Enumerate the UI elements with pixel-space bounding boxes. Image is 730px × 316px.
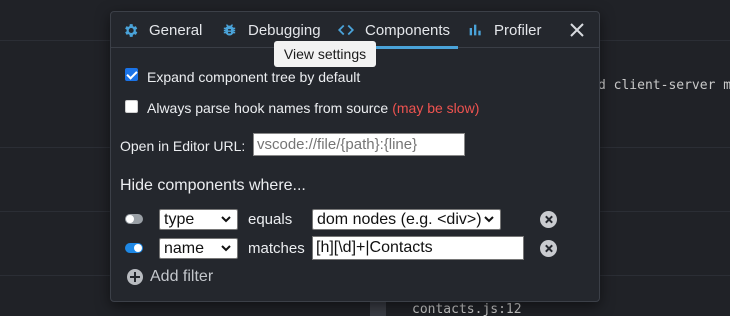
code-text: contacts.js:12	[412, 302, 522, 316]
filter-value: dom nodes (e.g. <div>)	[317, 210, 482, 228]
code-icon	[337, 21, 355, 39]
code-text: d client-server m	[598, 78, 730, 93]
tab-label: Profiler	[494, 21, 542, 39]
tab-label: General	[149, 21, 203, 39]
editor-url-input[interactable]	[253, 133, 465, 156]
remove-filter-icon[interactable]	[540, 211, 557, 228]
filter-field-value: type	[164, 210, 195, 228]
gear-icon	[121, 21, 139, 39]
plus-icon	[127, 269, 143, 285]
filter-operator: equals	[248, 211, 293, 228]
filter-operator: matches	[248, 240, 305, 257]
bar-chart-icon	[466, 21, 484, 39]
filter-field-value: name	[164, 239, 205, 257]
slow-warning: (may be slow)	[392, 100, 480, 116]
chevron-down-icon	[484, 216, 494, 223]
parse-hooks-setting: Always parse hook names from source (may…	[125, 96, 479, 116]
filter-pattern-input[interactable]: [h][\d]+|Contacts	[312, 236, 524, 260]
filter-value-select[interactable]: dom nodes (e.g. <div>)	[312, 209, 501, 230]
tab-profiler[interactable]: Profiler	[466, 12, 542, 48]
close-icon[interactable]	[567, 20, 587, 40]
bug-icon	[220, 21, 238, 39]
tab-label: Components	[365, 21, 451, 39]
add-filter-label: Add filter	[150, 268, 214, 285]
tab-general[interactable]: General	[121, 12, 202, 48]
editor-url-label: Open in Editor URL:	[120, 138, 246, 154]
filter-toggle[interactable]	[125, 243, 143, 253]
remove-filter-icon[interactable]	[540, 240, 557, 257]
filter-toggle[interactable]	[125, 214, 143, 224]
expand-tree-label: Expand component tree by default	[147, 69, 361, 85]
view-settings-tooltip: View settings	[274, 41, 376, 67]
filter-field-select[interactable]: name	[159, 238, 238, 259]
expand-tree-checkbox[interactable]	[125, 67, 138, 81]
add-filter-button[interactable]: Add filter	[127, 268, 213, 286]
filter-field-select[interactable]: type	[159, 209, 238, 230]
parse-hooks-label: Always parse hook names from source	[147, 100, 389, 116]
chevron-down-icon	[221, 216, 231, 223]
parse-hooks-checkbox[interactable]	[125, 99, 138, 113]
tab-label: Debugging	[248, 21, 321, 39]
chevron-down-icon	[221, 245, 231, 252]
hide-components-heading: Hide components where...	[120, 177, 306, 194]
